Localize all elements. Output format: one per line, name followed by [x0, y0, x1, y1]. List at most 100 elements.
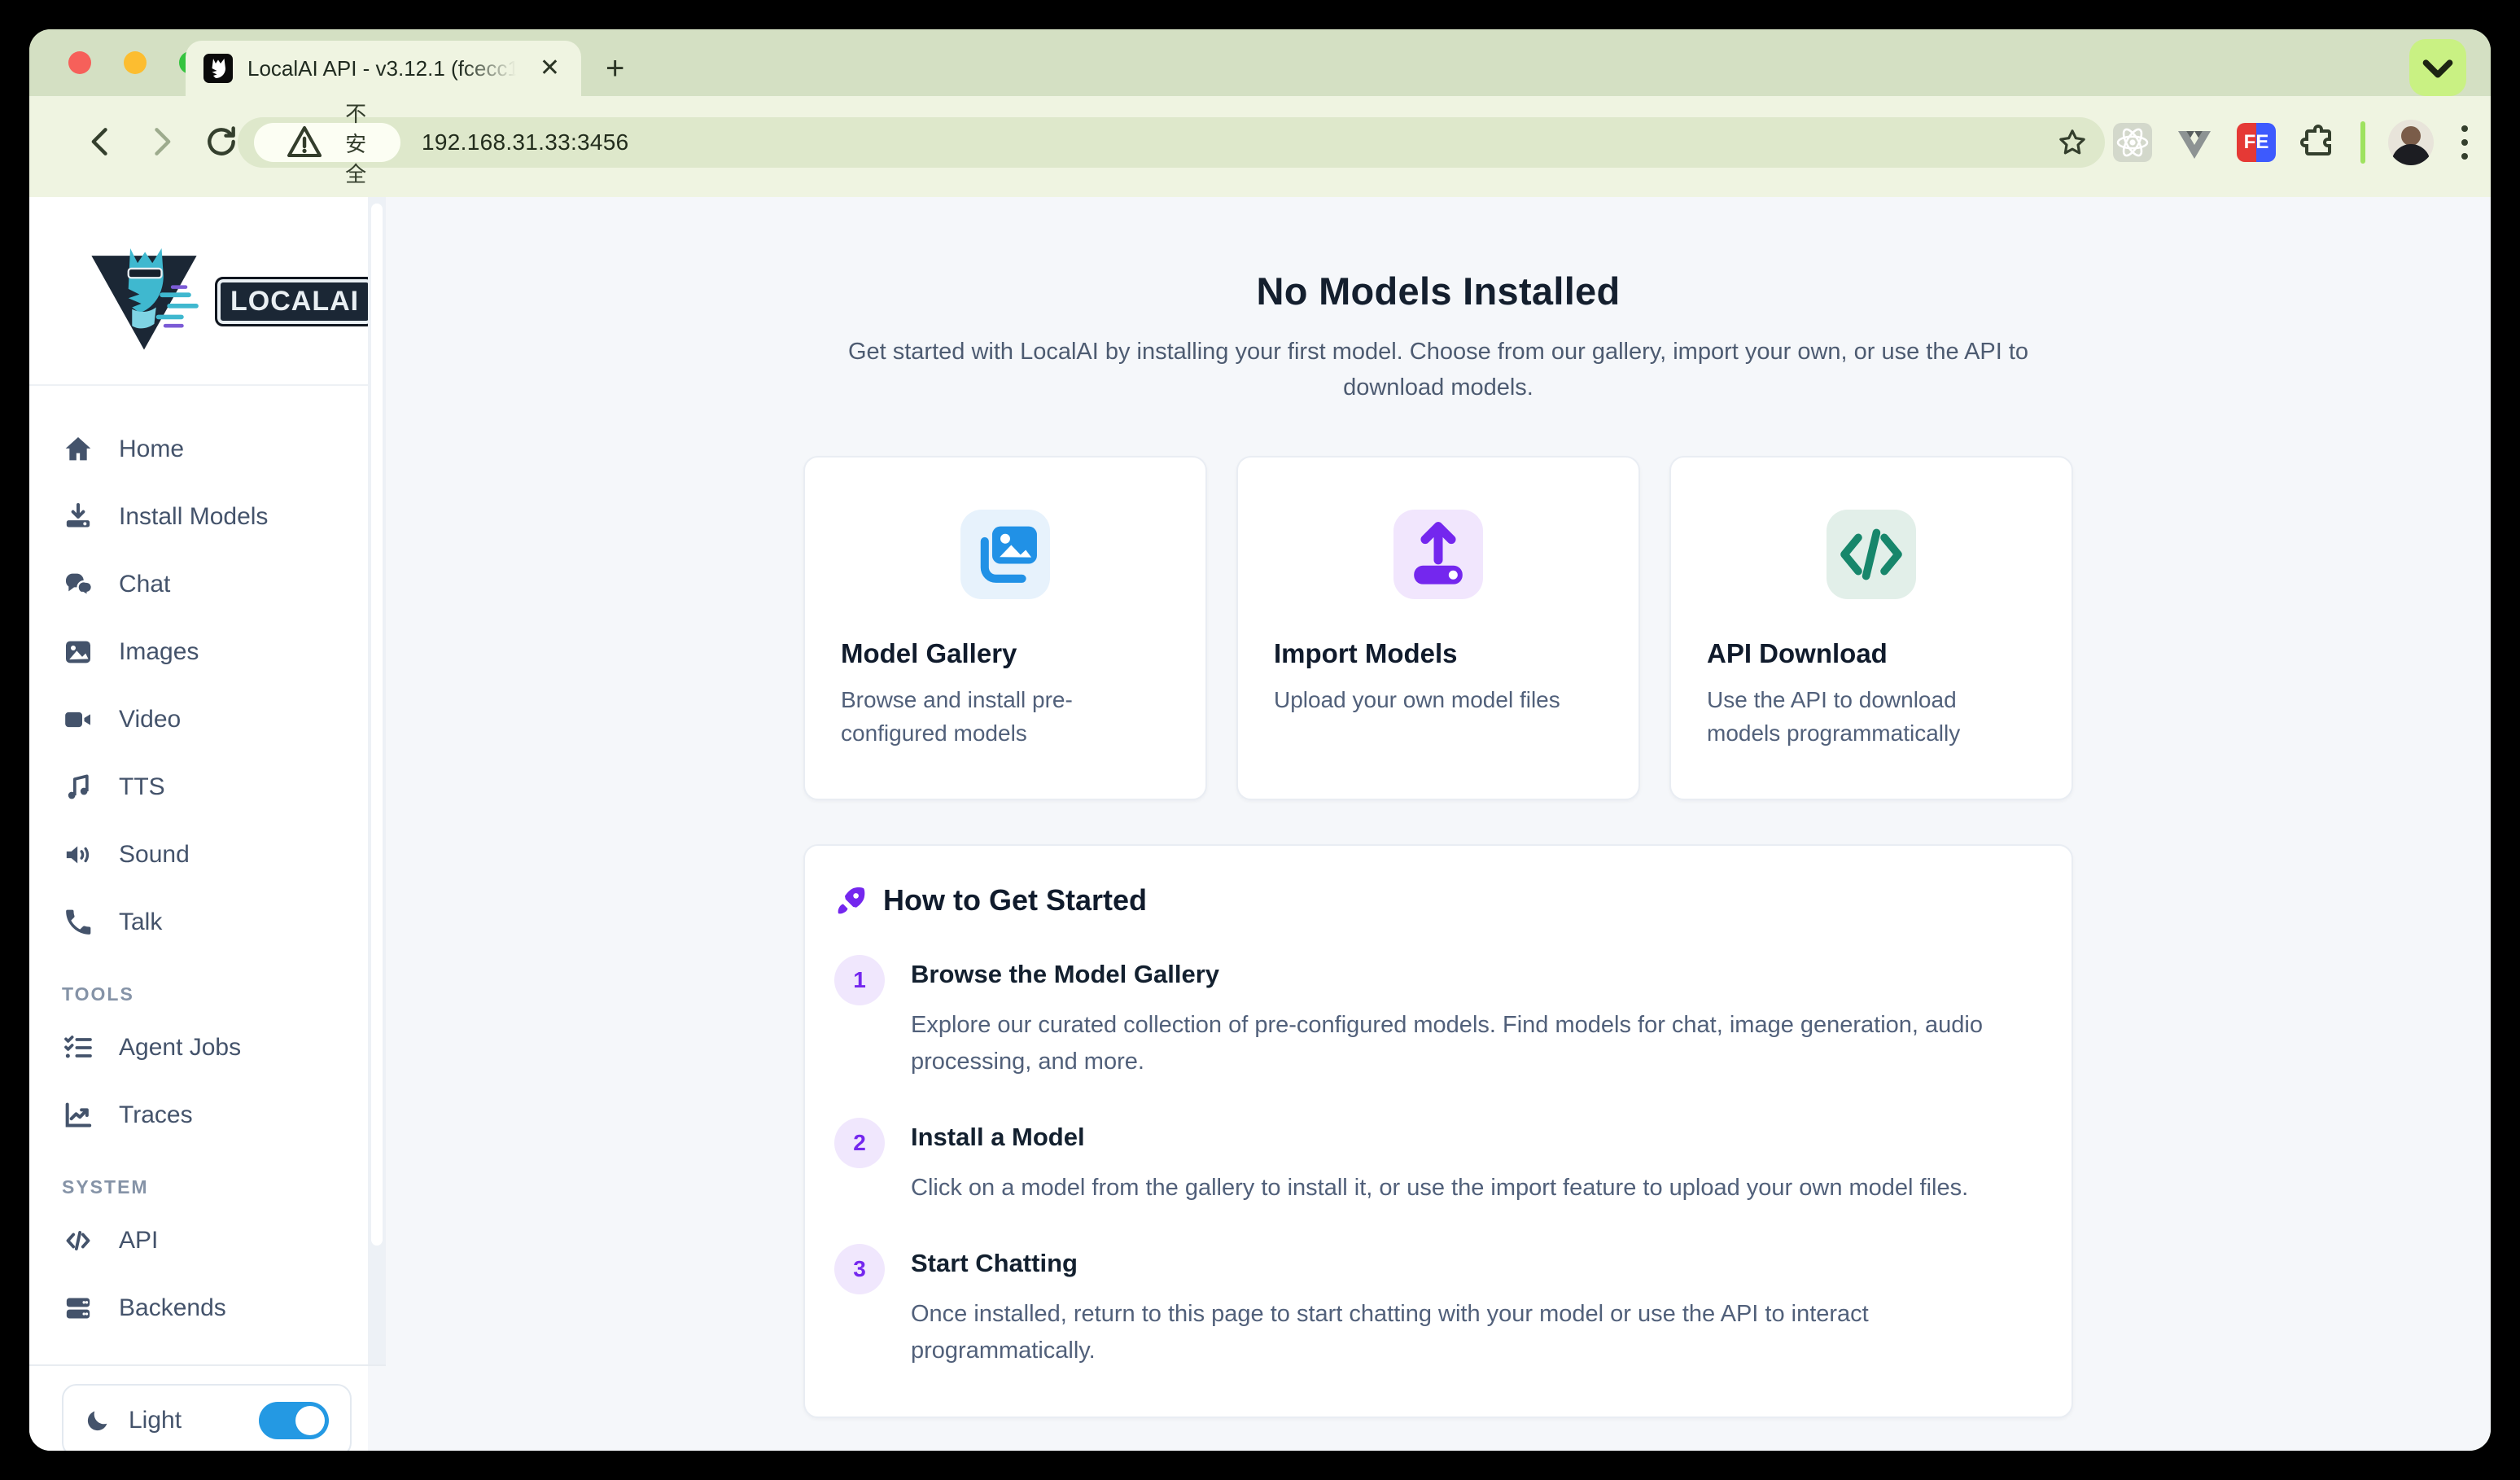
new-tab-button[interactable]: + — [606, 50, 624, 87]
browser-update-button[interactable] — [2409, 39, 2466, 96]
security-badge[interactable]: 不安全 — [254, 123, 400, 162]
card-title: API Download — [1707, 638, 2036, 669]
sidebar-item-label: Install Models — [119, 503, 268, 531]
sidebar-item-agent-jobs[interactable]: Agent Jobs — [62, 1014, 368, 1081]
sidebar-item-label: Images — [119, 638, 199, 666]
address-bar[interactable]: 不安全 192.168.31.33:3456 — [238, 117, 2105, 168]
sidebar-item-label: TTS — [119, 773, 165, 801]
close-window-button[interactable] — [68, 51, 91, 74]
option-cards: Model Gallery Browse and install pre-con… — [803, 456, 2073, 800]
minimize-window-button[interactable] — [124, 51, 147, 74]
sidebar-item-install-models[interactable]: Install Models — [62, 483, 368, 550]
sidebar-item-label: Talk — [119, 909, 162, 936]
sidebar-item-traces[interactable]: Traces — [62, 1081, 368, 1149]
sidebar-item-label: Video — [119, 706, 181, 733]
page-subtitle: Get started with LocalAI by installing y… — [803, 335, 2073, 405]
step-number: 2 — [834, 1118, 885, 1168]
card-title: Import Models — [1274, 638, 1603, 669]
sidebar-item-talk[interactable]: Talk — [62, 888, 368, 956]
browser-window: LocalAI API - v3.12.1 (fcecc12 ✕ + 不安全 1… — [29, 29, 2491, 1451]
chart-line-icon — [62, 1099, 94, 1132]
guide-title: How to Get Started — [883, 883, 1147, 917]
card-title: Model Gallery — [841, 638, 1170, 669]
step-description: Once installed, return to this page to s… — [911, 1296, 2018, 1369]
gallery-icon — [960, 510, 1050, 599]
security-label: 不安全 — [345, 98, 383, 188]
theme-label: Light — [129, 1407, 182, 1434]
code-brackets-icon — [1827, 510, 1916, 599]
sidebar-scrollbar[interactable] — [368, 197, 386, 1364]
traffic-lights[interactable] — [68, 51, 202, 74]
sidebar-section-system: SYSTEM — [62, 1176, 368, 1198]
code-icon — [62, 1224, 94, 1257]
server-icon — [62, 1292, 94, 1325]
warning-icon — [272, 123, 337, 162]
extensions-puzzle-icon[interactable] — [2299, 123, 2338, 162]
step-description: Click on a model from the gallery to ins… — [911, 1170, 1968, 1206]
tab-close-icon[interactable]: ✕ — [536, 53, 563, 84]
bookmark-star-icon[interactable] — [2056, 126, 2089, 159]
phone-icon — [62, 906, 94, 939]
video-camera-icon — [62, 703, 94, 736]
step-number: 3 — [834, 1244, 885, 1294]
main-area: No Models Installed Get started with Loc… — [386, 197, 2491, 1451]
moon-icon — [85, 1408, 111, 1434]
toggle-knob — [295, 1406, 325, 1435]
sidebar-item-sound[interactable]: Sound — [62, 821, 368, 888]
image-icon — [62, 636, 94, 668]
sidebar-item-backends[interactable]: Backends — [62, 1274, 368, 1342]
getting-started-panel: How to Get Started 1 Browse the Model Ga… — [803, 844, 2073, 1418]
sidebar-item-tts[interactable]: TTS — [62, 753, 368, 821]
fe-extension-icon[interactable]: FE — [2237, 123, 2276, 162]
reload-button[interactable] — [203, 124, 239, 160]
sidebar-item-chat[interactable]: Chat — [62, 550, 368, 618]
url-text[interactable]: 192.168.31.33:3456 — [422, 129, 629, 155]
step-title: Start Chatting — [911, 1249, 2018, 1278]
sidebar-item-api[interactable]: API — [62, 1206, 368, 1274]
card-description: Use the API to download models programma… — [1707, 684, 2036, 750]
step-title: Browse the Model Gallery — [911, 960, 2018, 989]
guide-step-3: 3 Start Chatting Once installed, return … — [834, 1244, 2026, 1369]
forward-button[interactable] — [143, 124, 179, 160]
sidebar: LOCALAI Home Install Models Chat Image — [29, 197, 368, 1451]
tab-title: LocalAI API - v3.12.1 (fcecc12 — [247, 56, 522, 81]
download-icon — [62, 501, 94, 533]
card-description: Browse and install pre-configured models — [841, 684, 1170, 750]
page-title: No Models Installed — [803, 269, 2073, 313]
card-api-download[interactable]: API Download Use the API to download mod… — [1669, 456, 2073, 800]
chat-icon — [62, 568, 94, 601]
profile-avatar[interactable] — [2388, 120, 2434, 165]
localai-logo-icon — [75, 217, 213, 363]
home-icon — [62, 433, 94, 466]
page-content: LOCALAI Home Install Models Chat Image — [29, 197, 2491, 1451]
card-description: Upload your own model files — [1274, 684, 1603, 717]
scrollbar-thumb[interactable] — [371, 204, 383, 1246]
step-number: 1 — [834, 955, 885, 1005]
step-title: Install a Model — [911, 1123, 1968, 1152]
extensions-row: FE — [2113, 117, 2473, 168]
back-button[interactable] — [83, 124, 119, 160]
checklist-icon — [62, 1031, 94, 1064]
logo-area[interactable]: LOCALAI — [29, 197, 368, 386]
theme-toggle-box[interactable]: Light — [62, 1384, 352, 1451]
speaker-icon — [62, 839, 94, 871]
sidebar-section-tools: TOOLS — [62, 983, 368, 1005]
sidebar-item-video[interactable]: Video — [62, 685, 368, 753]
sidebar-item-label: Home — [119, 436, 184, 463]
browser-menu-icon[interactable] — [2457, 120, 2473, 164]
sidebar-nav: Home Install Models Chat Images Video — [29, 386, 368, 1342]
guide-step-1: 1 Browse the Model Gallery Explore our c… — [834, 955, 2026, 1080]
card-import-models[interactable]: Import Models Upload your own model file… — [1236, 456, 1640, 800]
card-model-gallery[interactable]: Model Gallery Browse and install pre-con… — [803, 456, 1207, 800]
vue-devtools-icon[interactable] — [2175, 123, 2214, 162]
sidebar-item-label: Traces — [119, 1101, 193, 1129]
theme-toggle-switch[interactable] — [259, 1402, 329, 1439]
sidebar-item-label: API — [119, 1227, 158, 1254]
browser-tab[interactable]: LocalAI API - v3.12.1 (fcecc12 ✕ — [186, 41, 581, 96]
music-note-icon — [62, 771, 94, 803]
react-devtools-icon[interactable] — [2113, 123, 2152, 162]
sidebar-item-home[interactable]: Home — [62, 415, 368, 483]
sidebar-item-images[interactable]: Images — [62, 618, 368, 685]
sidebar-divider — [29, 1364, 386, 1366]
guide-step-2: 2 Install a Model Click on a model from … — [834, 1118, 2026, 1206]
